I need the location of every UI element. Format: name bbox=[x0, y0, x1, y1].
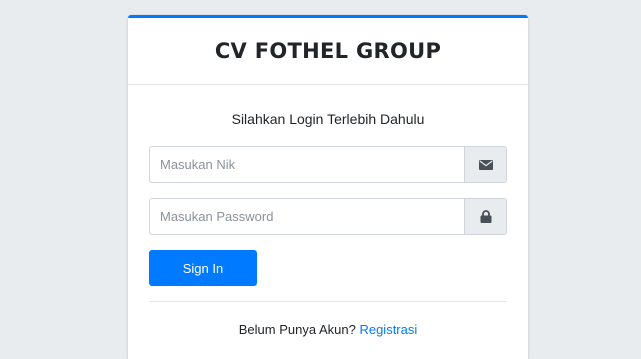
register-line: Belum Punya Akun? Registrasi bbox=[149, 322, 507, 337]
lock-icon bbox=[480, 210, 491, 223]
nik-input-group bbox=[149, 146, 507, 183]
login-card: CV FOTHEL GROUP Silahkan Login Terlebih … bbox=[128, 15, 528, 359]
password-addon bbox=[464, 198, 507, 235]
page: CV FOTHEL GROUP Silahkan Login Terlebih … bbox=[0, 0, 641, 359]
divider bbox=[149, 301, 507, 302]
card-header: CV FOTHEL GROUP bbox=[128, 18, 528, 85]
nik-addon bbox=[464, 146, 507, 183]
register-prompt: Belum Punya Akun? bbox=[238, 322, 356, 337]
password-input[interactable] bbox=[149, 198, 464, 235]
sign-in-button[interactable]: Sign In bbox=[149, 250, 257, 286]
register-link[interactable]: Registrasi bbox=[359, 322, 417, 337]
envelope-icon bbox=[478, 159, 493, 170]
nik-input[interactable] bbox=[149, 146, 464, 183]
brand-title: CV FOTHEL GROUP bbox=[214, 39, 442, 63]
password-input-group bbox=[149, 198, 507, 235]
login-message: Silahkan Login Terlebih Dahulu bbox=[231, 111, 425, 127]
card-body: Silahkan Login Terlebih Dahulu Masukan N… bbox=[128, 110, 528, 337]
